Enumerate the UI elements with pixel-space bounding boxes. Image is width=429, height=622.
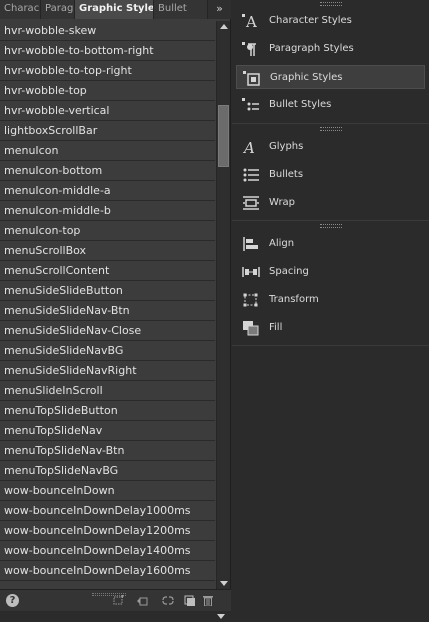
dock-item-label: Graphic Styles: [270, 72, 343, 83]
svg-text:A: A: [245, 13, 257, 29]
graphic-styles-panel: Charac Paragı Graphic Styles Bullet » hv…: [0, 0, 231, 622]
dock-item-graphic-styles[interactable]: Graphic Styles: [236, 65, 425, 89]
wrap-icon: [243, 196, 259, 210]
dock-group-divider: [232, 123, 429, 124]
transform-icon: [243, 293, 258, 307]
dock-item-label: Character Styles: [269, 15, 352, 26]
list-item[interactable]: wow-bounceInDownDelay1200ms: [0, 521, 215, 541]
list-item[interactable]: hvr-wobble-vertical: [0, 101, 215, 121]
dock-item-label: Wrap: [269, 197, 296, 208]
list-item[interactable]: menuIcon-bottom: [0, 161, 215, 181]
dock-item-label: Fill: [269, 322, 283, 333]
paragraph-styles-icon: [242, 42, 256, 56]
list-item[interactable]: menuTopSlideButton: [0, 401, 215, 421]
dock-item-align[interactable]: Align: [236, 232, 425, 256]
new-page-icon[interactable]: [184, 595, 196, 606]
list-item[interactable]: menuSideSlideNavRight: [0, 361, 215, 381]
list-item[interactable]: wow-bounceInDownDelay1000ms: [0, 501, 215, 521]
list-item[interactable]: menuSideSlideButton: [0, 281, 215, 301]
list-item[interactable]: wow-bounceInDownDelay1600ms: [0, 561, 215, 581]
character-styles-icon: A: [242, 13, 257, 29]
dock-item-label: Bullet Styles: [269, 99, 332, 110]
panel-footer-strip: [0, 611, 231, 622]
list-item[interactable]: menuTopSlideNav: [0, 421, 215, 441]
dock-group-divider: [232, 220, 429, 221]
fill-icon: [243, 321, 259, 336]
tab-bullet[interactable]: Bullet: [154, 0, 208, 19]
dock-group-divider: [232, 345, 429, 346]
scroll-down-arrow-icon[interactable]: [220, 581, 228, 586]
dock-item-spacing[interactable]: Spacing: [236, 260, 425, 284]
list-item[interactable]: menuSideSlideNav-Btn: [0, 301, 215, 321]
list-scrollbar[interactable]: [216, 21, 230, 589]
svg-text:A: A: [242, 139, 255, 155]
scrollbar-thumb[interactable]: [218, 105, 229, 168]
list-item[interactable]: hvr-wobble-skew: [0, 21, 215, 41]
list-item[interactable]: menuScrollContent: [0, 261, 215, 281]
spacing-icon: [242, 267, 260, 277]
list-item[interactable]: menuIcon-middle-a: [0, 181, 215, 201]
list-item[interactable]: hvr-wobble-to-bottom-right: [0, 41, 215, 61]
dock-item-label: Bullets: [269, 169, 304, 180]
list-item[interactable]: menuTopSlideNav-Btn: [0, 441, 215, 461]
tab-graphic-styles[interactable]: Graphic Styles: [75, 0, 154, 19]
panel-footer-toolbar: ?: [0, 589, 231, 611]
align-icon: [243, 237, 258, 251]
glyphs-icon: A: [242, 139, 255, 155]
dock-group-grip[interactable]: [320, 224, 342, 228]
dock-group-grip[interactable]: [320, 2, 342, 6]
list-item[interactable]: menuScrollBox: [0, 241, 215, 261]
new-style-icon[interactable]: [113, 595, 125, 606]
collapsed-panel-dock: A Character Styles Paragraph Styles Grap…: [232, 0, 429, 622]
bullets-icon: [243, 168, 259, 182]
graphic-styles-list: hvr-wobble-skew hvr-wobble-to-bottom-rig…: [0, 21, 215, 589]
dock-item-bullet-styles[interactable]: Bullet Styles: [236, 93, 425, 117]
list-item[interactable]: menuIcon: [0, 141, 215, 161]
panel-collapse-button[interactable]: »: [208, 0, 231, 19]
list-item[interactable]: hvr-wobble-to-top-right: [0, 61, 215, 81]
dock-item-wrap[interactable]: Wrap: [236, 191, 425, 215]
trash-icon[interactable]: [202, 595, 214, 606]
dock-item-label: Transform: [269, 294, 319, 305]
list-item[interactable]: lightboxScrollBar: [0, 121, 215, 141]
panel-tab-bar: Charac Paragı Graphic Styles Bullet »: [0, 0, 231, 19]
list-item[interactable]: menuTopSlideNavBG: [0, 461, 215, 481]
list-item[interactable]: menuSlideInScroll: [0, 381, 215, 401]
list-item[interactable]: menuIcon-middle-b: [0, 201, 215, 221]
tab-character[interactable]: Charac: [0, 0, 41, 19]
dock-item-character-styles[interactable]: A Character Styles: [236, 9, 425, 33]
dock-item-transform[interactable]: Transform: [236, 288, 425, 312]
bullet-styles-icon: [242, 98, 259, 111]
dock-item-fill[interactable]: Fill: [236, 316, 425, 340]
dock-group-grip[interactable]: [320, 127, 342, 131]
dock-item-label: Align: [269, 238, 295, 249]
dock-item-bullets[interactable]: Bullets: [236, 163, 425, 187]
footer-scroll-down-arrow-icon[interactable]: [217, 614, 225, 619]
dock-item-label: Glyphs: [269, 141, 304, 152]
list-item[interactable]: hvr-wobble-top: [0, 81, 215, 101]
scroll-up-arrow-icon[interactable]: [220, 24, 228, 29]
tab-paragraph[interactable]: Paragı: [41, 0, 75, 19]
dock-item-label: Spacing: [269, 266, 309, 277]
help-icon[interactable]: ?: [6, 594, 19, 607]
graphic-styles-icon: [243, 71, 260, 86]
list-item[interactable]: wow-bounceInDownDelay1400ms: [0, 541, 215, 561]
break-link-icon[interactable]: [162, 595, 174, 606]
list-item[interactable]: wow-bounceInDown: [0, 481, 215, 501]
dock-item-glyphs[interactable]: A Glyphs: [236, 135, 425, 159]
clear-overrides-icon[interactable]: [136, 595, 148, 606]
dock-item-paragraph-styles[interactable]: Paragraph Styles: [236, 37, 425, 61]
dock-item-label: Paragraph Styles: [269, 43, 354, 54]
list-item[interactable]: menuSideSlideNav-Close: [0, 321, 215, 341]
list-item[interactable]: menuSideSlideNavBG: [0, 341, 215, 361]
list-item[interactable]: menuIcon-top: [0, 221, 215, 241]
